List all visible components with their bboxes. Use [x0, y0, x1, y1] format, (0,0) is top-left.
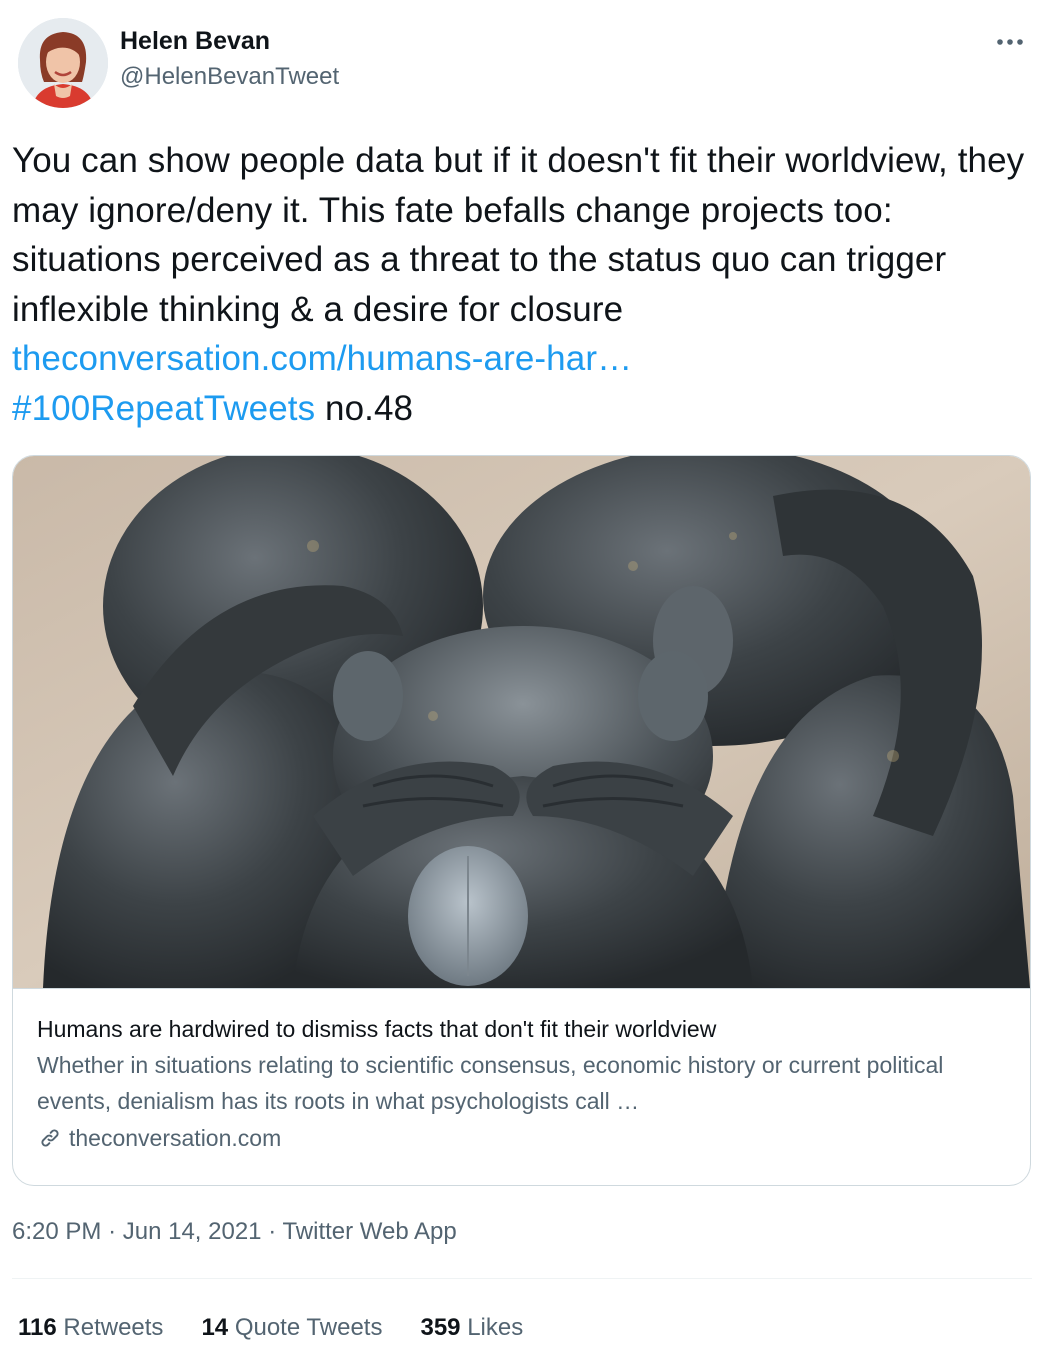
link-preview-card[interactable]: Humans are hardwired to dismiss facts th…: [12, 455, 1031, 1186]
quote-tweets-stat[interactable]: 14 Quote Tweets: [201, 1311, 382, 1345]
retweets-stat[interactable]: 116 Retweets: [18, 1311, 163, 1345]
likes-stat[interactable]: 359 Likes: [420, 1311, 523, 1345]
tweet-article-link[interactable]: theconversation.com/humans-are-har…: [12, 339, 632, 378]
tweet-suffix: no.48: [325, 388, 414, 428]
card-domain-text: theconversation.com: [69, 1125, 282, 1151]
card-image: [13, 456, 1030, 989]
avatar[interactable]: [18, 18, 108, 108]
tweet-meta: 6:20 PM · Jun 14, 2021 · Twitter Web App: [12, 1214, 457, 1250]
retweets-label: Retweets: [63, 1314, 164, 1341]
tweet-time[interactable]: 6:20 PM: [12, 1218, 101, 1245]
likes-count: 359: [420, 1314, 461, 1341]
quote-tweets-label: Quote Tweets: [234, 1314, 383, 1341]
link-icon: [41, 1129, 59, 1147]
tweet-stats: 116 Retweets 14 Quote Tweets 359 Likes: [18, 1311, 561, 1345]
tweet: Helen Bevan @HelenBevanTweet You can sho…: [0, 0, 1046, 1356]
card-description: Whether in situations relating to scient…: [37, 1052, 944, 1114]
divider: [12, 1278, 1032, 1279]
card-title: Humans are hardwired to dismiss facts th…: [37, 1016, 717, 1042]
author-handle[interactable]: @HelenBevanTweet: [120, 60, 339, 94]
more-options-button[interactable]: [990, 22, 1030, 62]
tweet-text: You can show people data but if it doesn…: [12, 136, 1032, 433]
tweet-source[interactable]: Twitter Web App: [282, 1218, 456, 1245]
tweet-date[interactable]: Jun 14, 2021: [123, 1218, 262, 1245]
author-display-name[interactable]: Helen Bevan: [120, 24, 339, 58]
tweet-hashtag[interactable]: #100RepeatTweets: [12, 389, 315, 428]
quote-tweets-count: 14: [201, 1314, 229, 1341]
likes-label: Likes: [467, 1314, 524, 1341]
retweets-count: 116: [18, 1314, 57, 1341]
card-domain: theconversation.com: [37, 1120, 1007, 1156]
meta-separator: ·: [268, 1218, 277, 1245]
card-body: Humans are hardwired to dismiss facts th…: [37, 1011, 1007, 1156]
more-dots-icon: [997, 39, 1023, 45]
tweet-body: You can show people data but if it doesn…: [12, 141, 1025, 329]
meta-separator: ·: [108, 1218, 117, 1245]
author-names: Helen Bevan @HelenBevanTweet: [120, 24, 339, 94]
tweet-header: Helen Bevan @HelenBevanTweet: [12, 16, 1034, 108]
